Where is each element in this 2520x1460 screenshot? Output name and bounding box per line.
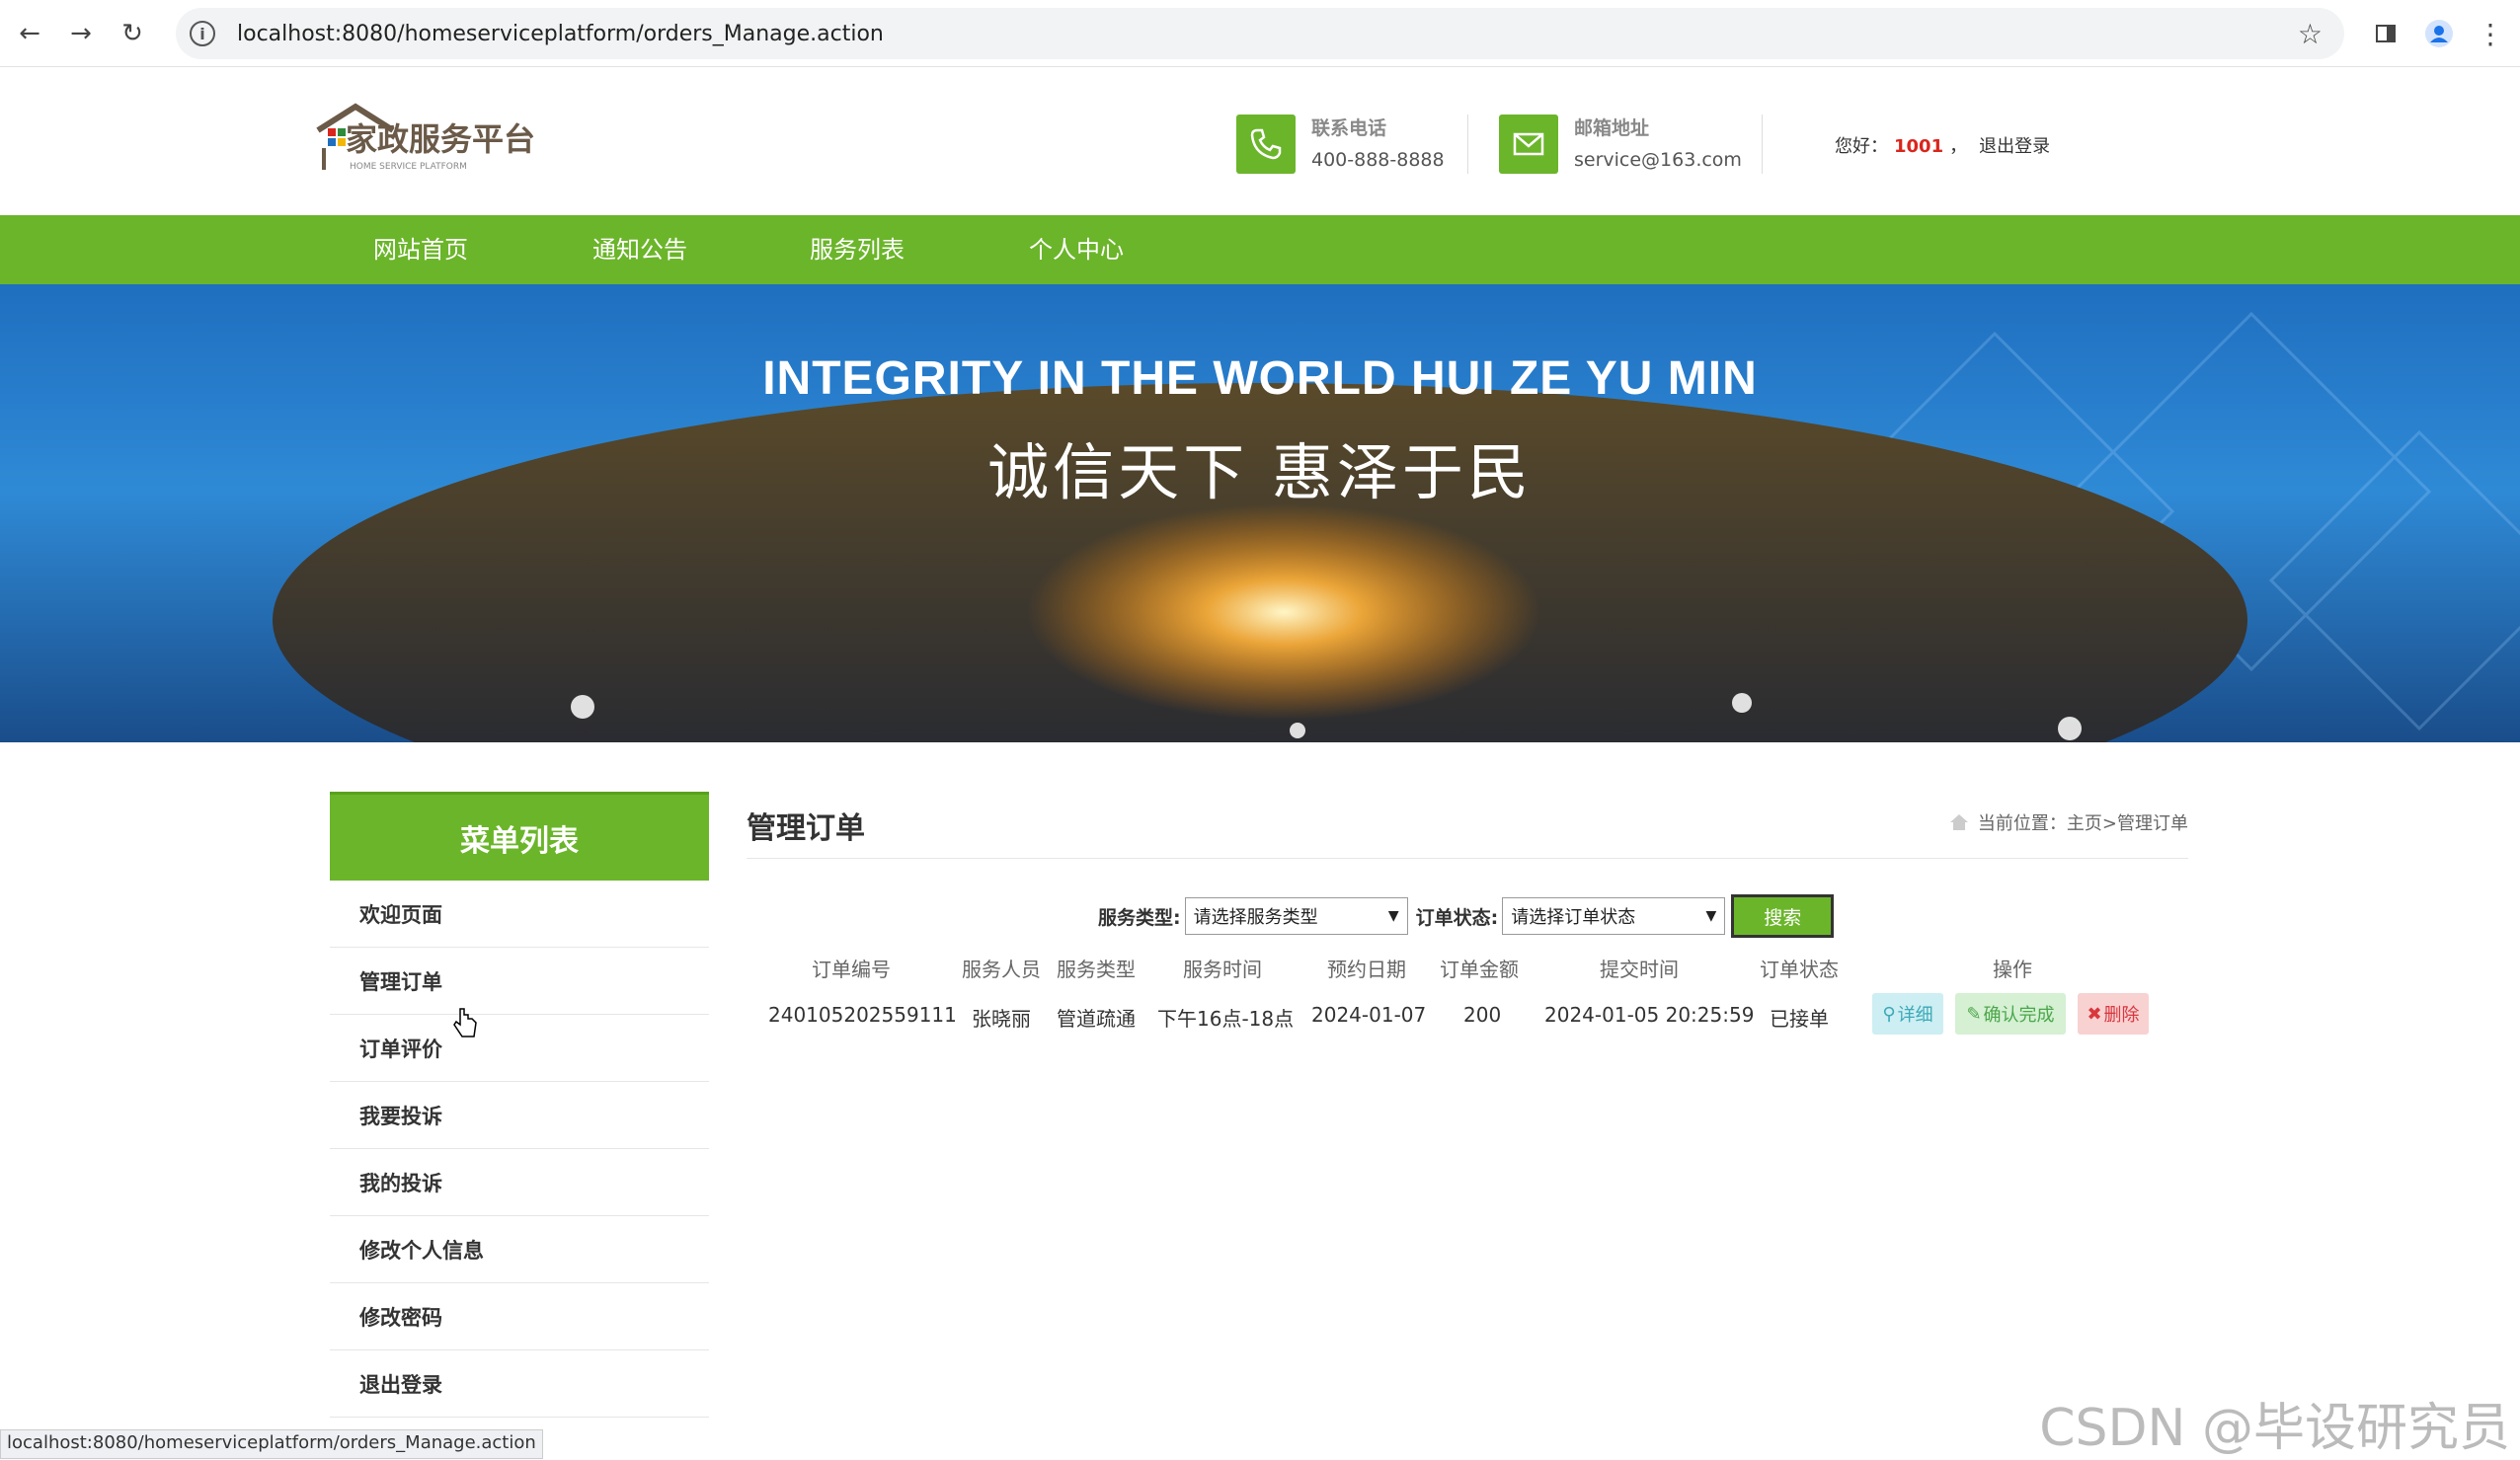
sidebar-item-change-password[interactable]: 修改密码 (330, 1283, 709, 1350)
content-header: 管理订单 当前位置：主页>管理订单 (747, 792, 2188, 859)
col-submit-time: 提交时间 (1600, 958, 1679, 981)
cell-date: 2024-01-07 (1311, 1003, 1427, 1027)
banner-english-slogan: INTEGRITY IN THE WORLD HUI ZE YU MIN (762, 352, 1758, 405)
sidebar-item-edit-profile[interactable]: 修改个人信息 (330, 1216, 709, 1283)
browser-toolbar: ← → ↻ i localhost:8080/homeserviceplatfo… (0, 0, 2520, 67)
cell-service-time: 下午16点-18点 (1157, 1007, 1295, 1031)
main-nav: 网站首页 通知公告 服务列表 个人中心 (0, 215, 2520, 284)
order-status-value: 请选择订单状态 (1511, 907, 1636, 928)
cell-service-type: 管道疏通 (1057, 1007, 1136, 1031)
forward-icon[interactable]: → (59, 12, 103, 55)
home-icon (1949, 814, 1968, 830)
address-bar[interactable]: i localhost:8080/homeserviceplatform/ord… (176, 8, 2344, 59)
col-actions: 操作 (1993, 958, 2032, 981)
page-title: 管理订单 (747, 811, 865, 846)
search-form: 服务类型: 请选择服务类型 ▼ 订单状态: 请选择订单状态 ▼ 搜索 (1098, 894, 1835, 938)
chevron-down-icon: ▼ (1387, 908, 1399, 924)
cell-submit-time: 2024-01-05 20:25:59 (1544, 1003, 1755, 1027)
confirm-complete-button[interactable]: ✎ 确认完成 (1955, 993, 2066, 1035)
site-header: 家政服务平台 HOME SERVICE PLATFORM 联系电话 400-88… (0, 67, 2520, 215)
sidebar-item-order-reviews[interactable]: 订单评价 (330, 1015, 709, 1082)
header-divider (1762, 115, 1763, 174)
sidebar-menu: 菜单列表 欢迎页面 管理订单 订单评价 我要投诉 我的投诉 修改个人信息 修改密… (330, 792, 709, 1418)
nav-item-home[interactable]: 网站首页 (373, 215, 468, 284)
contact-phone: 联系电话 400-888-8888 (1236, 113, 1445, 176)
confirm-label: 确认完成 (1983, 1005, 2055, 1026)
bookmark-star-icon[interactable]: ☆ (2298, 18, 2323, 50)
phone-icon (1236, 115, 1296, 174)
watermark: CSDN @毕设研究员 (2039, 1399, 2510, 1458)
side-panel-icon[interactable] (2364, 12, 2407, 55)
sidebar-item-my-complaints[interactable]: 我的投诉 (330, 1149, 709, 1216)
cell-status: 已接单 (1770, 1007, 1829, 1031)
sidebar-item-welcome[interactable]: 欢迎页面 (330, 881, 709, 948)
greeting-text: 您好： (1835, 136, 1888, 157)
col-order-no: 订单编号 (812, 958, 891, 981)
browser-status-bar: localhost:8080/homeserviceplatform/order… (0, 1429, 543, 1459)
hero-banner: INTEGRITY IN THE WORLD HUI ZE YU MIN 诚信天… (0, 284, 2520, 742)
cell-amount: 200 (1463, 1003, 1502, 1027)
contact-email: 邮箱地址 service@163.com (1499, 113, 1742, 176)
delete-label: 删除 (2103, 1005, 2140, 1026)
detail-button[interactable]: ⚲ 详细 (1872, 993, 1943, 1035)
sidebar-item-logout[interactable]: 退出登录 (330, 1350, 709, 1418)
search-button[interactable]: 搜索 (1731, 894, 1835, 938)
nav-item-personal-center[interactable]: 个人中心 (1029, 215, 1124, 284)
banner-chinese-slogan: 诚信天下 惠泽于民 (987, 436, 1533, 508)
user-greeting: 您好： 1001 ， 退出登录 (1835, 132, 2050, 158)
close-icon: ✖ (2087, 1003, 2102, 1025)
logo-text: 家政服务平台 (346, 120, 536, 158)
sidebar-item-manage-orders[interactable]: 管理订单 (330, 948, 709, 1015)
service-type-select[interactable]: 请选择服务类型 ▼ (1184, 897, 1408, 935)
phone-title: 联系电话 (1311, 117, 1387, 139)
col-status: 订单状态 (1760, 958, 1839, 981)
back-icon[interactable]: ← (8, 12, 51, 55)
logo-subtext: HOME SERVICE PLATFORM (350, 162, 467, 172)
service-type-value: 请选择服务类型 (1193, 907, 1318, 928)
nav-item-services[interactable]: 服务列表 (810, 215, 905, 284)
profile-avatar-icon[interactable] (2417, 12, 2461, 55)
user-id[interactable]: 1001 (1894, 136, 1943, 157)
site-logo[interactable]: 家政服务平台 HOME SERVICE PLATFORM (316, 101, 543, 180)
col-service-type: 服务类型 (1057, 958, 1136, 981)
url-text: localhost:8080/homeserviceplatform/order… (237, 21, 884, 46)
chevron-down-icon: ▼ (1705, 908, 1717, 924)
delete-button[interactable]: ✖ 删除 (2078, 993, 2149, 1035)
breadcrumb: 当前位置：主页>管理订单 (1948, 809, 2188, 835)
header-divider (1467, 115, 1468, 174)
cell-staff: 张晓丽 (972, 1007, 1031, 1031)
email-value: service@163.com (1574, 149, 1742, 171)
main-content: 管理订单 当前位置：主页>管理订单 服务类型: 请选择服务类型 ▼ 订单状态: … (747, 792, 2188, 1035)
col-service-time: 服务时间 (1183, 958, 1262, 981)
menu-kebab-icon[interactable]: ⋮ (2469, 12, 2512, 55)
greeting-comma: ， (1949, 136, 1968, 157)
nav-item-notices[interactable]: 通知公告 (592, 215, 687, 284)
phone-value: 400-888-8888 (1311, 149, 1445, 171)
col-amount: 订单金额 (1440, 958, 1519, 981)
breadcrumb-text: 当前位置：主页>管理订单 (1977, 813, 2188, 834)
header-logout-link[interactable]: 退出登录 (1979, 136, 2050, 157)
sidebar-title: 菜单列表 (330, 792, 709, 881)
col-staff: 服务人员 (962, 958, 1041, 981)
sidebar-item-submit-complaint[interactable]: 我要投诉 (330, 1082, 709, 1149)
order-status-select[interactable]: 请选择订单状态 ▼ (1502, 897, 1726, 935)
mail-icon (1499, 115, 1558, 174)
service-type-label: 服务类型: (1098, 906, 1181, 929)
order-status-label: 订单状态: (1415, 906, 1499, 929)
search-icon: ⚲ (1882, 1003, 1896, 1025)
hand-cursor-icon (453, 1008, 477, 1037)
site-info-icon[interactable]: i (190, 21, 215, 46)
col-date: 预约日期 (1327, 958, 1406, 981)
pencil-icon: ✎ (1966, 1003, 1982, 1025)
detail-label: 详细 (1897, 1005, 1933, 1026)
cell-order-no: 240105202559111 (768, 1003, 957, 1027)
reload-icon[interactable]: ↻ (111, 12, 154, 55)
email-title: 邮箱地址 (1574, 117, 1650, 139)
